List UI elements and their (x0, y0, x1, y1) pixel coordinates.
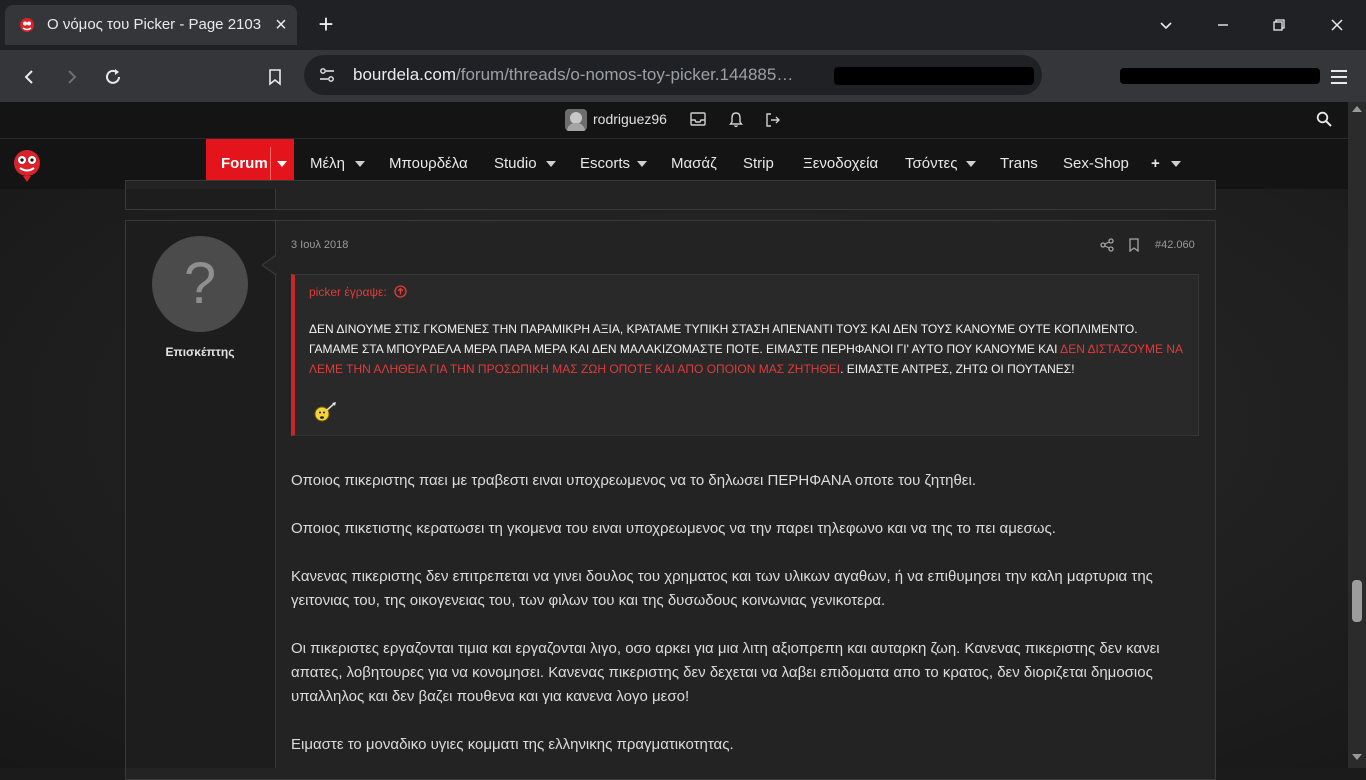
site-logo[interactable] (11, 147, 43, 183)
jump-to-quote-icon[interactable] (394, 285, 407, 298)
close-tab-icon[interactable]: × (270, 14, 292, 36)
browser-menu-icon[interactable] (1325, 63, 1353, 91)
post-bookmark-icon[interactable] (1128, 238, 1140, 253)
logo-icon (14, 150, 40, 182)
post-paragraph: Οι πικεριστες εργαζονται τιμια και εργαζ… (291, 640, 1160, 705)
nav-forum-divider (270, 147, 271, 181)
logout-icon[interactable] (765, 112, 781, 128)
redacted-area (834, 67, 1034, 85)
quote-author-line: picker έγραψε: (309, 285, 387, 299)
back-arrow-icon[interactable] (16, 63, 44, 91)
forward-arrow-icon[interactable] (57, 63, 85, 91)
url-path: /forum/threads/o-nomos-toy-picker.144885… (456, 65, 794, 84)
quote-text-part-2: . ΕΙΜΑΣΤΕ ΑΝΤΡΕΣ, ΖΗΤΩ ΟΙ ΠΟΥΤΑΝΕΣ! (840, 362, 1075, 376)
site-search-icon[interactable] (1316, 111, 1332, 127)
reload-icon[interactable] (99, 63, 127, 91)
more-dropdown-caret-icon[interactable] (1171, 161, 1181, 167)
post-date[interactable]: 3 Ιουλ 2018 (291, 239, 348, 251)
scroll-up-arrow-icon[interactable] (1352, 106, 1362, 112)
restore-icon[interactable] (1264, 10, 1294, 40)
post-paragraph: Κανενας πικεριστης δεν επιτρεπεται να γι… (291, 568, 1153, 609)
close-window-icon[interactable] (1322, 10, 1352, 40)
post-author[interactable]: Επισκέπτης (140, 345, 260, 359)
minimize-icon[interactable] (1208, 10, 1238, 40)
address-bar[interactable]: bourdela.com/forum/threads/o-nomos-toy-p… (304, 55, 1042, 95)
post-number-link[interactable]: #42.060 (1155, 239, 1195, 251)
active-tab[interactable]: Ο νόμος του Picker - Page 2103 × (5, 5, 297, 45)
previous-post-user-column (126, 189, 276, 209)
user-arrow-notch-inner (263, 256, 276, 274)
url-text: bourdela.com/forum/threads/o-nomos-toy-p… (353, 65, 793, 85)
scroll-down-arrow-icon[interactable] (1352, 754, 1362, 760)
browser-toolbar: bourdela.com/forum/threads/o-nomos-toy-p… (0, 50, 1366, 102)
redacted-extensions (1120, 68, 1320, 84)
members-dropdown-caret-icon[interactable] (355, 161, 365, 167)
inbox-icon[interactable] (690, 112, 706, 128)
scrollbar-thumb[interactable] (1352, 580, 1362, 622)
forum-dropdown-caret-icon[interactable] (277, 161, 287, 167)
tab-title: Ο νόμος του Picker - Page 2103 (47, 16, 262, 33)
guest-avatar[interactable]: ? (152, 236, 248, 332)
quote-attribution[interactable]: picker έγραψε: (309, 285, 407, 299)
username-link[interactable]: rodriguez96 (593, 111, 667, 127)
quote-block: picker έγραψε: ΔΕΝ ΔΙΝΟΥΜΕ ΣΤΙΣ ΓΚΟΜΕΝΕΣ… (291, 274, 1199, 436)
post-paragraph: Οποιος πικεριστης παει με τραβεστι ειναι… (291, 472, 976, 489)
user-avatar[interactable] (565, 109, 587, 131)
bookmark-icon[interactable] (261, 63, 289, 91)
post-paragraph: Ειμαστε το μοναδικο υγιες κομματι της ελ… (291, 736, 734, 753)
site-settings-icon[interactable] (318, 66, 336, 84)
site-user-bar: rodriguez96 (0, 102, 1348, 139)
new-tab-button[interactable]: + (314, 11, 338, 37)
tab-search-chevron-icon[interactable] (1151, 10, 1181, 40)
site-favicon-icon (20, 18, 34, 32)
quote-text-part-1: ΔΕΝ ΔΙΝΟΥΜΕ ΣΤΙΣ ΓΚΟΜΕΝΕΣ ΤΗΝ ΠΑΡΑΜΙΚΡΗ … (309, 322, 1138, 356)
browser-tab-strip: Ο νόμος του Picker - Page 2103 × + (0, 0, 1366, 50)
alerts-bell-icon[interactable] (729, 112, 745, 128)
quote-text: ΔΕΝ ΔΙΝΟΥΜΕ ΣΤΙΣ ΓΚΟΜΕΝΕΣ ΤΗΝ ΠΑΡΑΜΙΚΡΗ … (309, 319, 1189, 379)
escorts-dropdown-caret-icon[interactable] (637, 161, 647, 167)
share-icon[interactable] (1100, 238, 1114, 252)
smiley-icon (313, 401, 339, 423)
post-paragraph: Οποιος πικετιστης κερατωσει τη γκομενα τ… (291, 520, 1056, 537)
page-scrollbar[interactable] (1348, 102, 1366, 768)
porn-dropdown-caret-icon[interactable] (966, 161, 976, 167)
previous-post-bottom (125, 180, 1216, 210)
url-domain: bourdela.com (353, 65, 457, 84)
studio-dropdown-caret-icon[interactable] (546, 161, 556, 167)
